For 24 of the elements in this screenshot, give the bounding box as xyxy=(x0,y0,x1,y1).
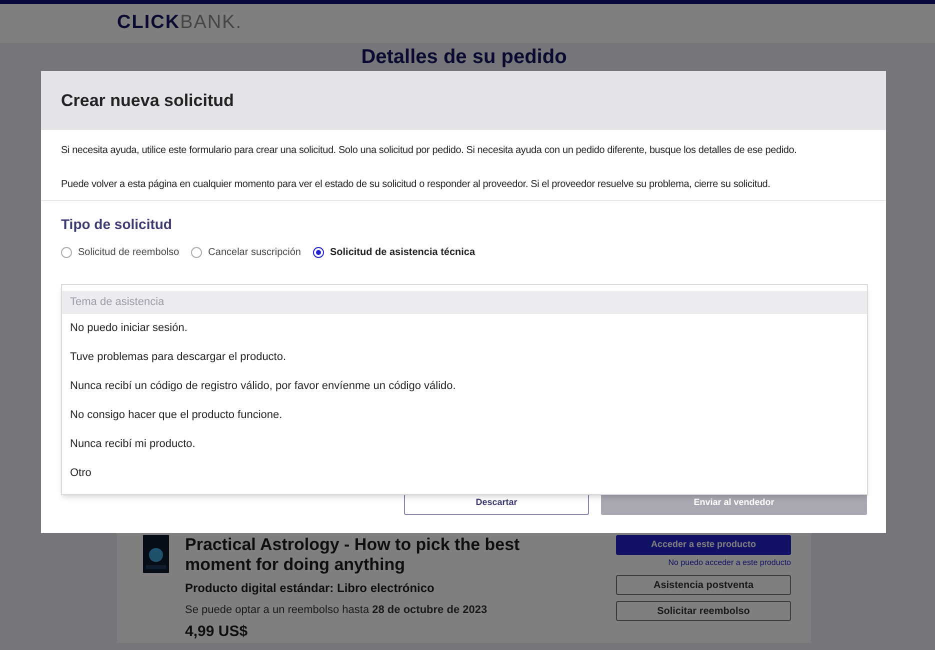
product-type: Producto digital estándar: Libro electrónico xyxy=(185,580,436,597)
product-price: 4,99 US$ xyxy=(185,622,249,642)
dropdown-option[interactable]: No puedo iniciar sesión. xyxy=(62,314,867,343)
dropdown-option[interactable]: Nunca recibí mi producto. xyxy=(62,430,867,459)
description-text: Puede volver a esta página en cualquier momento para ver el estado de su solicitud o responder al proveedor. Si el proveedor resuelve su problema, cierre su solicitud. xyxy=(61,178,772,192)
dropdown-option[interactable]: Otro xyxy=(62,459,867,488)
radio-option[interactable]: Solicitud de asistencia técnica xyxy=(313,245,476,260)
description-text: Si necesita ayuda, utilice este formulario para crear una solicitud. Solo una solicitud por pedido. Si necesita ayuda con un pedido diferente, busque los detalles de ese pedido. xyxy=(61,144,798,158)
dropdown-option[interactable]: Tuve problemas para descargar el producto. xyxy=(62,343,867,372)
radio-option[interactable]: Solicitud de reembolso xyxy=(61,245,180,260)
product-title: Practical Astrology - How to pick the best moment for doing anything xyxy=(185,535,521,575)
access-button[interactable]: Acceder a este producto xyxy=(616,535,791,555)
product-button[interactable]: Asistencia postventa xyxy=(616,575,791,595)
logo[interactable]: CLICKBANK. xyxy=(117,9,242,38)
product-button[interactable]: Solicitar reembolso xyxy=(616,601,791,621)
modal-title: Crear nueva solicitud xyxy=(61,90,234,112)
book-cover-icon xyxy=(143,535,169,573)
page-title: Detalles de su pedido xyxy=(360,45,568,69)
dropdown-option[interactable]: No consigo hacer que el producto funcione. xyxy=(62,401,867,430)
access-link[interactable]: No puedo acceder a este producto xyxy=(668,557,791,569)
dropdown-option[interactable]: Nunca recibí un código de registro válido, por favor envíenme un código válido. xyxy=(62,372,867,401)
radio-option[interactable]: Cancelar suscripción xyxy=(191,245,301,260)
refund-note: Se puede optar a un reembolso hasta 28 de octubre de 2023 xyxy=(185,603,488,618)
section-title: Tipo de solicitud xyxy=(61,215,173,233)
